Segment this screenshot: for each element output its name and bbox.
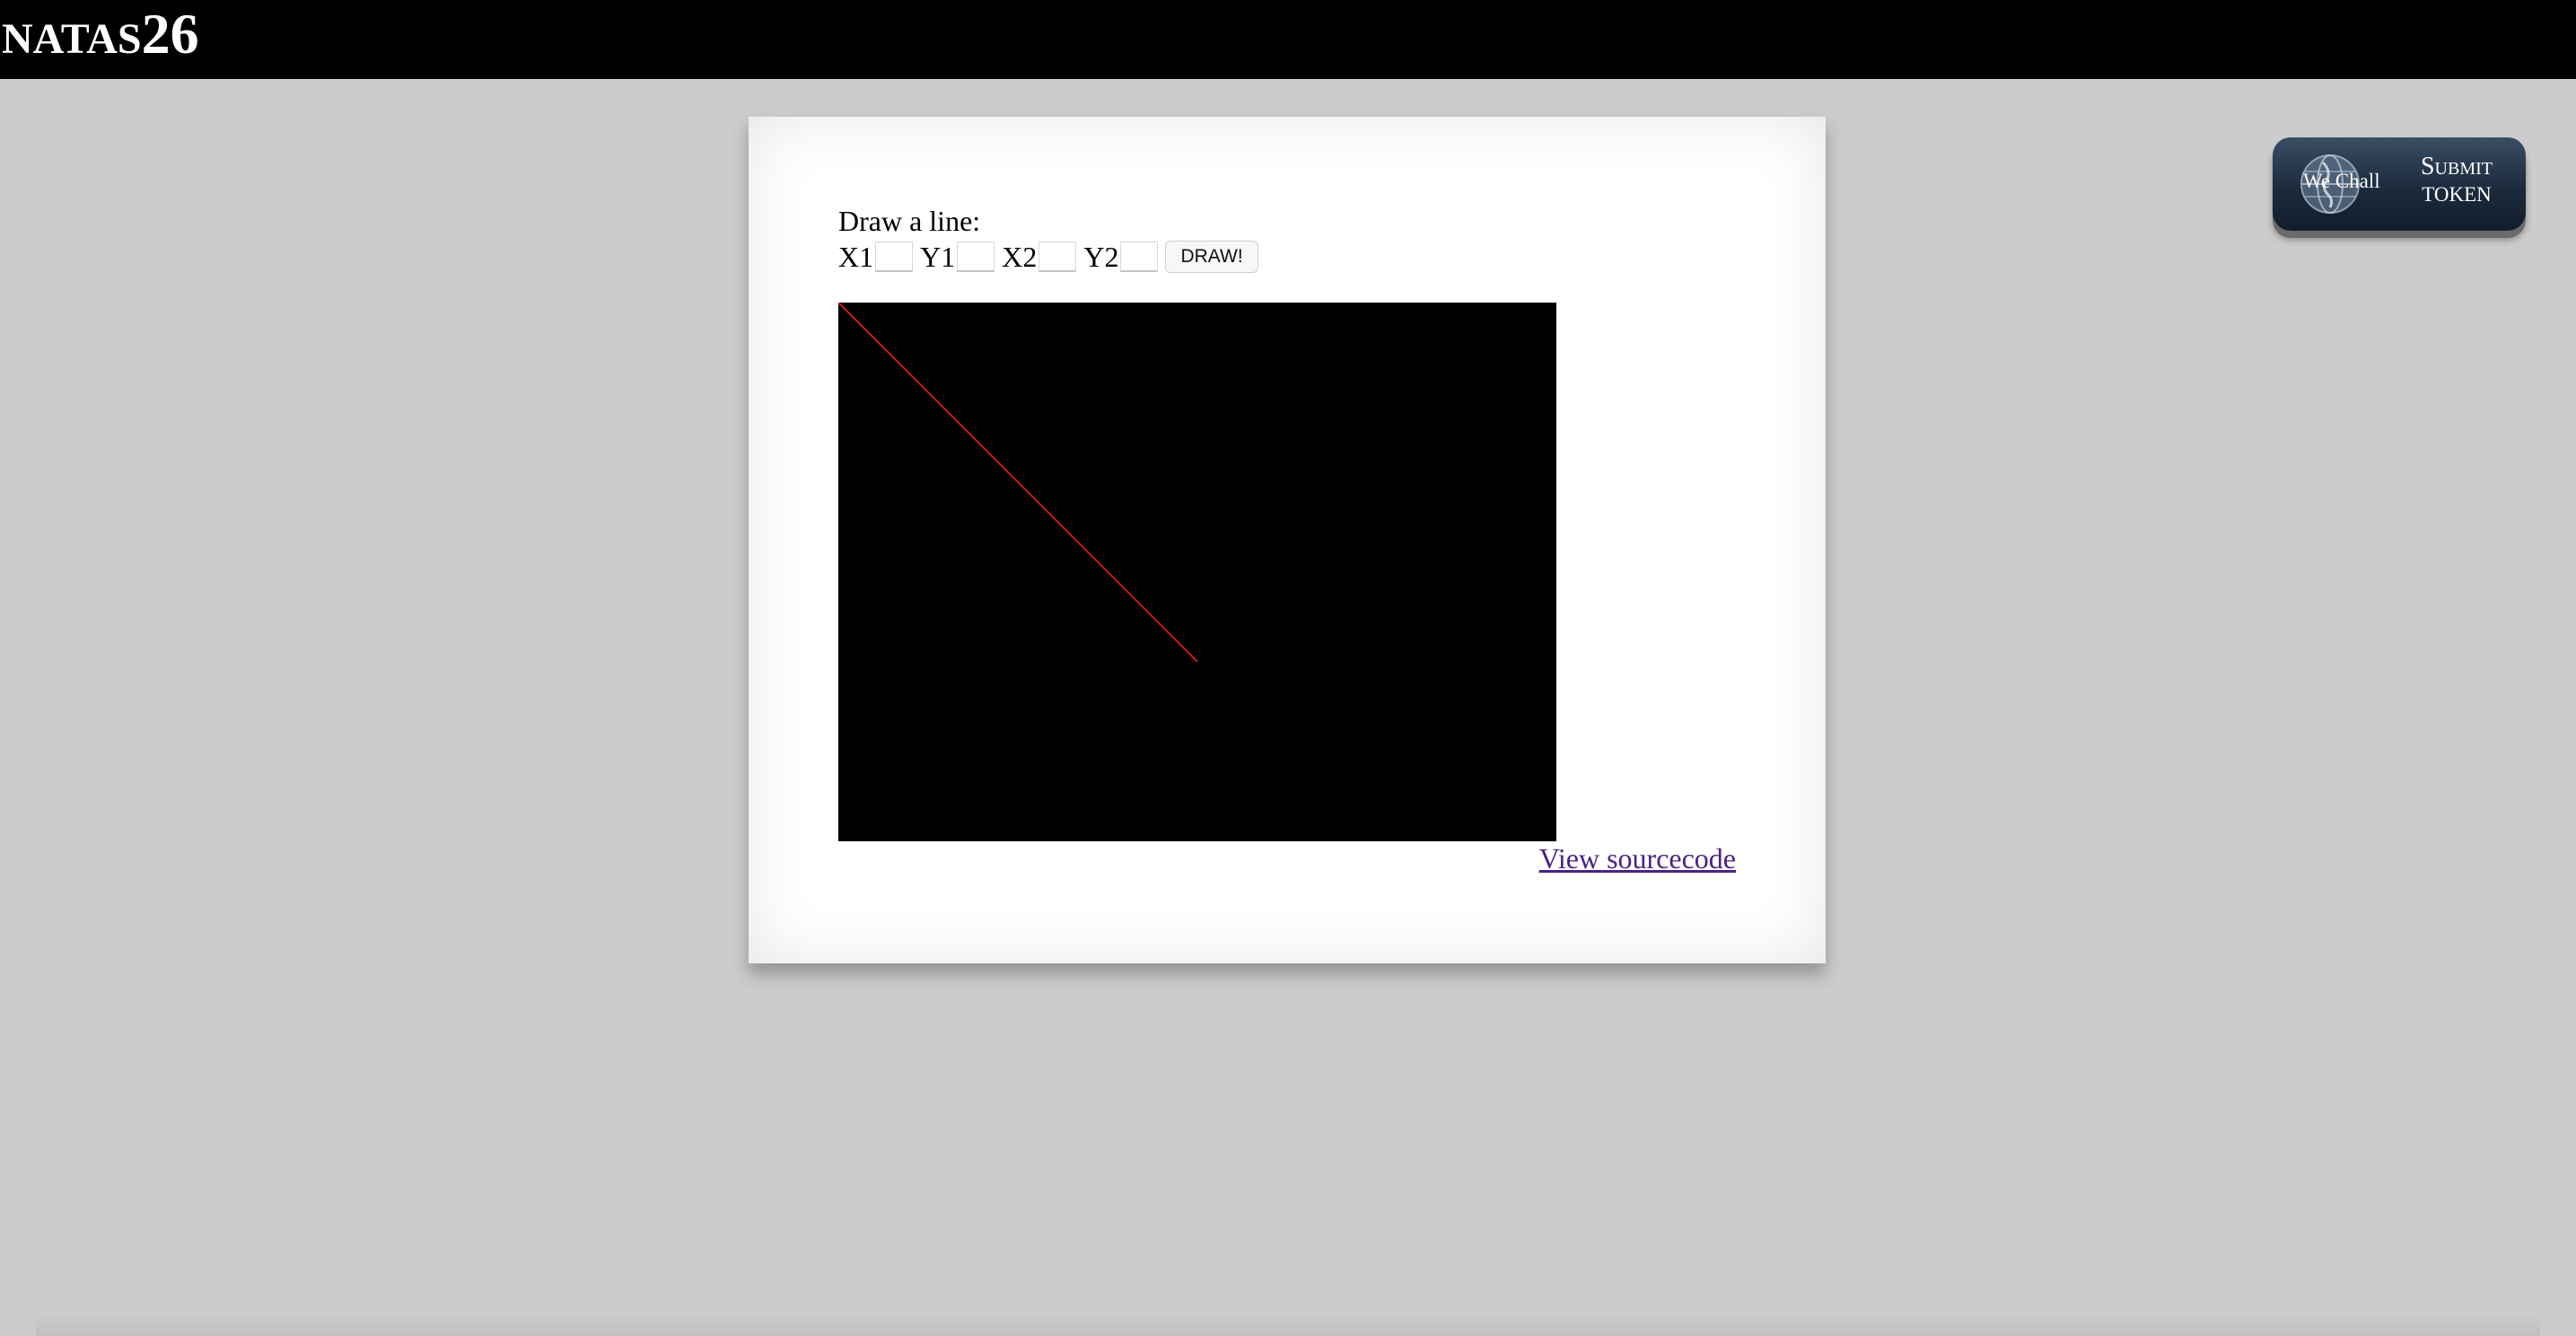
draw-button[interactable]: DRAW! — [1165, 241, 1258, 273]
x1-label: X1 — [838, 241, 874, 273]
draw-heading: Draw a line: — [838, 205, 981, 237]
wechall-submit-token-button[interactable]: We Chall Submit TOKEN — [2273, 137, 2526, 231]
x1-input[interactable] — [875, 242, 914, 272]
site-title: NATAS26 — [2, 5, 199, 63]
y2-input[interactable] — [1120, 242, 1159, 272]
y1-label: Y1 — [920, 241, 956, 273]
token-label: TOKEN — [2422, 182, 2492, 206]
x2-label: X2 — [1002, 241, 1038, 273]
view-sourcecode-link[interactable]: View sourcecode — [1539, 842, 1736, 875]
y2-label: Y2 — [1083, 241, 1119, 273]
drawing-canvas — [838, 303, 1556, 841]
x2-input[interactable] — [1038, 242, 1077, 272]
submit-token-label: Submit TOKEN — [2400, 152, 2513, 207]
submit-label: Submit — [2420, 153, 2493, 180]
wechall-brand-text: We Chall — [2303, 170, 2380, 192]
top-bar: NATAS26 — [0, 0, 2576, 79]
content-card: Draw a line: X1 Y1 X2 Y2 DRAW! View sour… — [749, 117, 1826, 963]
canvas-background — [838, 303, 1556, 841]
site-title-level: 26 — [141, 2, 199, 66]
site-title-name: NATAS — [2, 15, 142, 63]
bottom-shade — [36, 1314, 2540, 1336]
y1-input[interactable] — [957, 242, 995, 272]
coordinate-form: X1 Y1 X2 Y2 DRAW! — [838, 239, 1258, 275]
